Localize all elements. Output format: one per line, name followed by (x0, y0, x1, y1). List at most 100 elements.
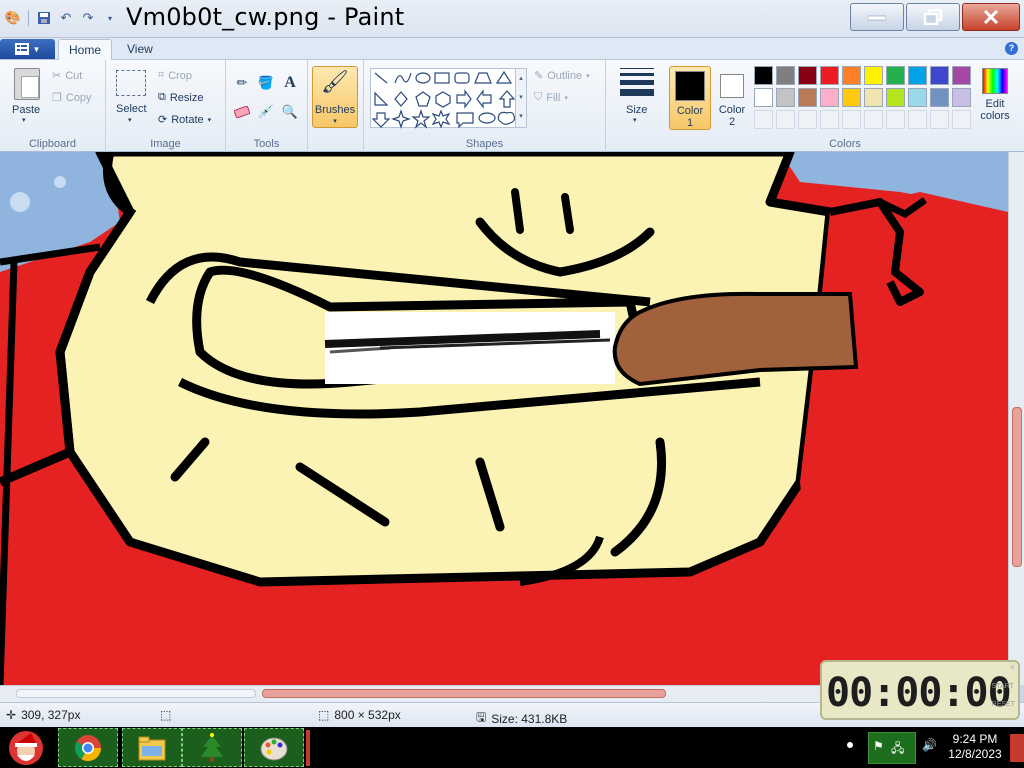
save-icon[interactable] (35, 9, 53, 27)
restore-button[interactable] (906, 3, 960, 31)
cut-button[interactable]: ✂ Cut (52, 69, 82, 83)
palette-swatch[interactable] (798, 66, 817, 85)
palette-swatch[interactable] (886, 66, 905, 85)
palette-swatch[interactable] (754, 66, 773, 85)
palette-swatch[interactable] (842, 110, 861, 129)
pencil-icon[interactable]: ✏ (232, 73, 252, 93)
size-button[interactable]: Size (626, 104, 647, 116)
taskbar-tree-app[interactable] (182, 728, 242, 767)
size-dropdown-icon[interactable]: ▾ (633, 116, 637, 124)
color1-button[interactable]: Color 1 (669, 66, 711, 130)
palette-swatch[interactable] (886, 88, 905, 107)
taskbar-explorer[interactable] (122, 728, 182, 767)
taskbar-chrome[interactable] (58, 728, 118, 767)
vertical-scroll-thumb[interactable] (1012, 407, 1022, 567)
palette-swatch[interactable] (908, 88, 927, 107)
christmas-tree-icon (201, 732, 223, 762)
palette-swatch[interactable] (820, 110, 839, 129)
taskbar-clock[interactable]: 9:24 PM 12/8/2023 (940, 732, 1010, 762)
crop-button[interactable]: ⌗ Crop (158, 69, 192, 82)
palette-swatch[interactable] (842, 88, 861, 107)
timer-reset-button[interactable]: RESET (992, 696, 1015, 714)
brushes-button[interactable]: 🖌 Brushes ▾ (312, 66, 358, 128)
resize-button[interactable]: ⧉ Resize (158, 91, 203, 104)
undo-icon[interactable]: ↶ (57, 9, 75, 27)
network-icon: 🖧 (891, 741, 905, 755)
outline-button[interactable]: ✎ Outline ▾ (534, 69, 590, 83)
text-tool-icon[interactable]: A (280, 73, 300, 93)
timer-start-button[interactable]: START (992, 678, 1015, 696)
palette-swatch[interactable] (952, 110, 971, 129)
redo-icon[interactable]: ↷ (79, 9, 97, 27)
palette-swatch[interactable] (864, 66, 883, 85)
shapes-scroll[interactable]: ▴ ▾ ▾ (515, 68, 527, 128)
edit-colors-label: Edit (985, 98, 1005, 110)
magnifier-icon[interactable]: 🔍 (280, 102, 300, 122)
palette-swatch[interactable] (820, 66, 839, 85)
color-picker-icon[interactable]: 💉 (256, 102, 276, 122)
minimize-button[interactable] (850, 3, 904, 31)
palette-swatch[interactable] (886, 110, 905, 129)
drawing-canvas[interactable] (0, 152, 1008, 685)
customize-qat-icon[interactable]: ▾ (101, 9, 119, 27)
flag-icon: ⚑ (873, 739, 884, 753)
help-icon[interactable]: ? (1005, 42, 1018, 55)
color2-button[interactable]: Color 2 (714, 66, 750, 130)
select-button[interactable]: Select (116, 103, 147, 115)
palette-swatch[interactable] (754, 88, 773, 107)
eraser-icon[interactable] (232, 102, 252, 122)
palette-swatch[interactable] (930, 66, 949, 85)
brushes-dropdown-icon: ▾ (333, 118, 337, 125)
color-palette (754, 66, 974, 132)
menu-icon (14, 43, 29, 55)
taskbar-paint[interactable] (244, 728, 304, 767)
fill-bucket-icon[interactable]: 🪣 (256, 73, 276, 93)
show-desktop-button[interactable] (1010, 734, 1024, 762)
paint-app-icon[interactable]: 🎨 (4, 9, 22, 27)
palette-swatch[interactable] (930, 88, 949, 107)
volume-icon[interactable]: 🔊 (922, 738, 937, 752)
tab-home[interactable]: Home (58, 39, 113, 60)
palette-swatch[interactable] (864, 110, 883, 129)
crop-icon: ⌗ (158, 69, 165, 81)
horizontal-scroll-thumb[interactable] (262, 689, 666, 698)
palette-swatch[interactable] (864, 88, 883, 107)
timer-widget[interactable]: × 00:00:00 START RESET (820, 660, 1020, 720)
palette-swatch[interactable] (952, 88, 971, 107)
palette-swatch[interactable] (930, 110, 949, 129)
paste-icon[interactable] (14, 68, 40, 100)
palette-swatch[interactable] (908, 66, 927, 85)
start-button[interactable] (0, 728, 52, 767)
palette-swatch[interactable] (754, 110, 773, 129)
shapes-gallery[interactable] (370, 68, 516, 129)
palette-swatch[interactable] (952, 66, 971, 85)
palette-swatch[interactable] (776, 88, 795, 107)
close-button[interactable] (962, 3, 1020, 31)
size-icon[interactable] (620, 68, 654, 98)
system-tray[interactable]: ⚑ 🖧 (868, 732, 916, 764)
fill-button[interactable]: ⛉ Fill ▾ (534, 91, 568, 104)
palette-swatch[interactable] (908, 110, 927, 129)
rotate-button[interactable]: ⟳ Rotate ▾ (158, 113, 211, 127)
paste-dropdown-icon[interactable]: ▾ (22, 116, 26, 124)
colors-group-label: Colors (829, 138, 861, 150)
cursor-position: ✛ 309, 327px (6, 708, 81, 722)
palette-swatch[interactable] (842, 66, 861, 85)
scissors-icon: ✂ (52, 70, 62, 82)
palette-swatch[interactable] (798, 110, 817, 129)
select-icon[interactable] (116, 70, 146, 96)
file-size: 🖫 Size: 431.8KB (476, 708, 567, 729)
ribbon-tabs: ▼ Home View ? (0, 38, 1024, 60)
palette-swatch[interactable] (820, 88, 839, 107)
tab-view[interactable]: View (117, 39, 163, 60)
paint-menu-button[interactable]: ▼ (0, 39, 55, 59)
copy-button[interactable]: ❐ Copy (52, 91, 92, 105)
palette-swatch[interactable] (776, 110, 795, 129)
vertical-scrollbar[interactable] (1008, 152, 1024, 685)
palette-swatch[interactable] (798, 88, 817, 107)
palette-swatch[interactable] (776, 66, 795, 85)
select-dropdown-icon[interactable]: ▾ (128, 116, 132, 124)
tools-group-label: Tools (253, 138, 280, 150)
paste-button[interactable]: Paste (12, 104, 40, 116)
edit-colors-button[interactable]: Edit colors (977, 66, 1013, 132)
